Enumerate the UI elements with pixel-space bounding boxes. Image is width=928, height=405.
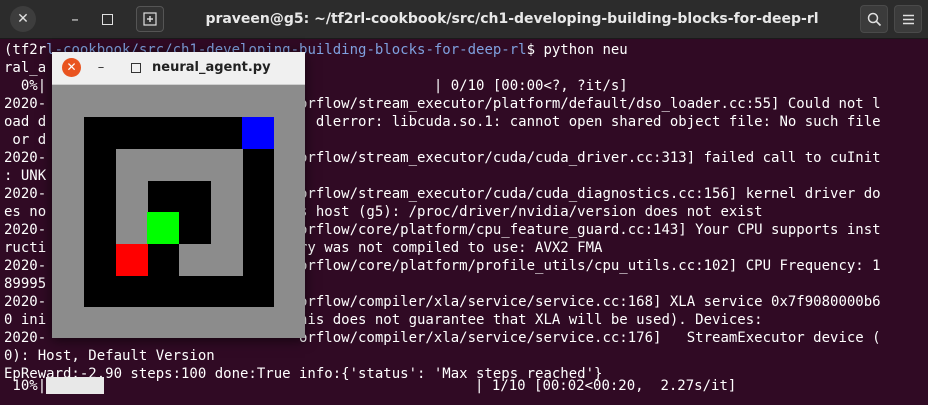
wall-cell (115, 148, 148, 181)
maximize-icon[interactable] (131, 63, 141, 73)
trap-cell (115, 243, 148, 276)
window-title: praveen@g5: ~/tf2rl-cookbook/src/ch1-dev… (205, 11, 819, 27)
terminal-line: : UNK (4, 168, 47, 184)
close-icon[interactable]: ✕ (10, 6, 36, 32)
terminal-line: 89995 (4, 276, 47, 292)
progress-prefix: 10%| (4, 378, 47, 394)
progress-line: 10%| | 1/10 [00:02<00:20, 2.27s/it] (4, 377, 736, 395)
minimize-icon[interactable]: – (62, 6, 88, 32)
terminal-line: ral_a (4, 60, 47, 76)
wall-cell (115, 180, 148, 213)
close-icon[interactable]: ✕ (62, 58, 81, 77)
prompt-prefix: (tf2r (4, 42, 47, 58)
terminal-line: 0): Host, Default Version (4, 348, 215, 364)
agent-cell (147, 212, 180, 244)
search-icon[interactable] (860, 5, 888, 33)
wall-cell (210, 180, 243, 213)
wall-cell (179, 243, 211, 276)
window-title-bar[interactable]: ✕ – neural_agent.py (52, 52, 305, 85)
window-name: neural_agent.py (152, 60, 271, 75)
goal-cell (242, 117, 275, 149)
new-tab-icon[interactable] (136, 6, 164, 32)
minimize-glyph: – (71, 10, 79, 28)
wall-cell (115, 212, 148, 244)
gridworld-canvas (52, 85, 305, 338)
maximize-icon[interactable] (94, 6, 120, 32)
wall-cell (210, 148, 243, 181)
wall-cell (179, 148, 211, 181)
window-minimize-glyph: – (97, 60, 105, 75)
terminal-line: or d (4, 132, 47, 148)
gridworld-board (84, 117, 275, 307)
progress-suffix: | 1/10 [00:02<00:20, 2.27s/it] (104, 378, 737, 394)
wall-cell (210, 243, 243, 276)
prompt-command: $ python neu (526, 42, 628, 58)
minimize-icon[interactable]: – (94, 58, 108, 77)
wall-cell (210, 212, 243, 244)
hamburger-menu-icon[interactable] (894, 5, 922, 33)
neural-agent-window[interactable]: ✕ – neural_agent.py (52, 52, 305, 338)
wall-cell (147, 148, 180, 181)
terminal-title-bar: ✕ – praveen@g5: ~/tf2rl-cookbook/src/ch1… (0, 0, 928, 39)
close-glyph: ✕ (17, 11, 29, 27)
window-close-glyph: ✕ (66, 60, 77, 74)
progress-bar (46, 377, 105, 394)
